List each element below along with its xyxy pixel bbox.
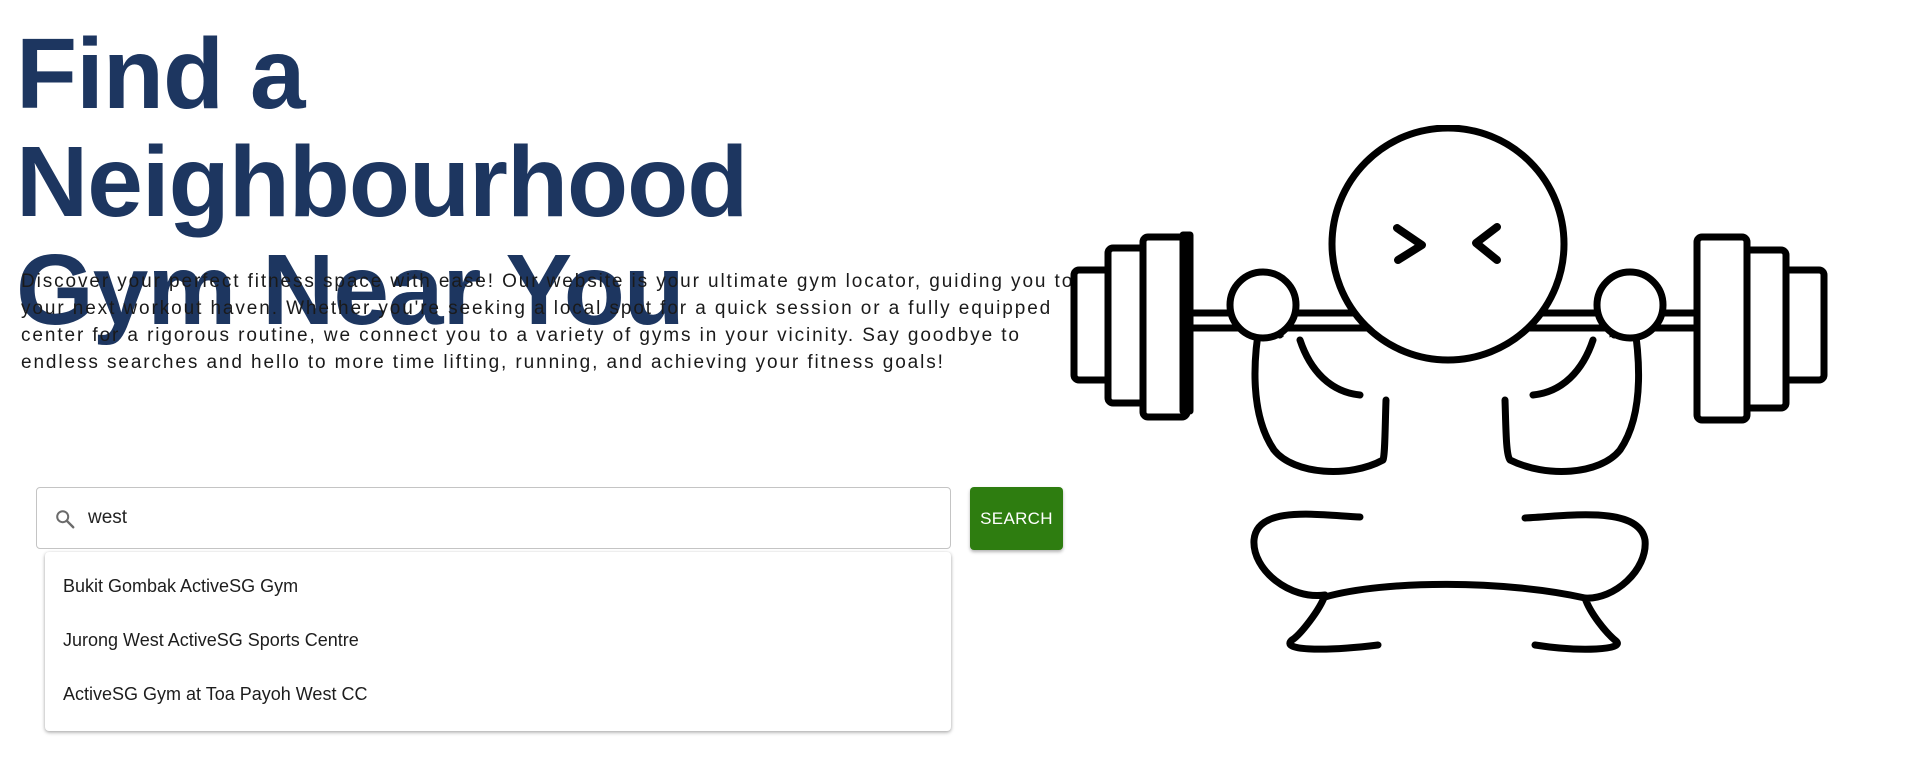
search-button[interactable]: SEARCH <box>970 487 1063 550</box>
search-input[interactable] <box>88 488 938 548</box>
search-suggestions-dropdown: Bukit Gombak ActiveSG Gym Jurong West Ac… <box>45 552 951 731</box>
suggestion-item[interactable]: Bukit Gombak ActiveSG Gym <box>45 559 951 613</box>
page-title-line-1: Find a Neighbourhood <box>16 18 748 238</box>
search-icon <box>56 510 75 529</box>
suggestion-item[interactable]: ActiveSG Gym at Toa Payoh West CC <box>45 667 951 721</box>
hero-description: Discover your perfect fitness space with… <box>21 271 1075 373</box>
search-field[interactable] <box>36 487 951 549</box>
weightlifter-illustration <box>1070 125 1828 653</box>
suggestion-item[interactable]: Jurong West ActiveSG Sports Centre <box>45 613 951 667</box>
